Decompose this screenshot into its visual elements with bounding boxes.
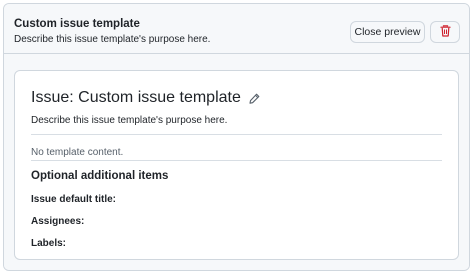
issue-preview-card: Issue: Custom issue template Describe th… <box>14 70 459 260</box>
template-header: Custom issue template Describe this issu… <box>4 4 469 54</box>
issue-preview-title: Issue: Custom issue template <box>31 89 260 107</box>
template-preview-panel: Custom issue template Describe this issu… <box>3 3 470 271</box>
preview-body: Issue: Custom issue template Describe th… <box>4 55 469 270</box>
issue-preview-description: Describe this issue template's purpose h… <box>31 115 228 126</box>
template-description: Describe this issue template's purpose h… <box>14 34 211 45</box>
issue-title-text: Issue: Custom issue template <box>31 89 241 106</box>
delete-template-button[interactable] <box>430 21 460 43</box>
labels-field: Labels: <box>31 238 67 249</box>
pencil-icon[interactable] <box>249 93 260 104</box>
trash-icon <box>439 24 451 40</box>
default-title-field: Issue default title: <box>31 194 117 205</box>
optional-items-heading: Optional additional items <box>31 170 169 182</box>
assignees-field: Assignees: <box>31 216 85 227</box>
divider <box>31 134 442 135</box>
no-template-content: No template content. <box>31 147 124 158</box>
divider <box>31 160 442 161</box>
template-title: Custom issue template <box>14 18 140 30</box>
close-preview-button[interactable]: Close preview <box>350 21 425 43</box>
